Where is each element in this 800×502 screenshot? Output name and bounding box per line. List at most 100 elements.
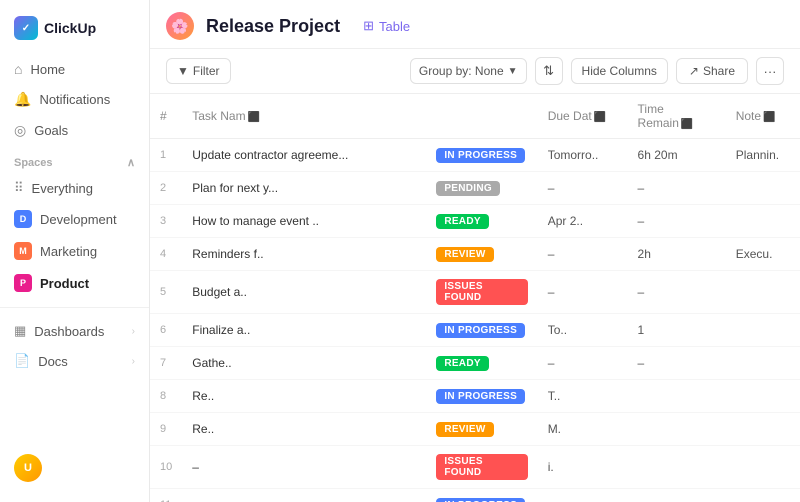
- sidebar-item-home[interactable]: ⌂ Home: [0, 54, 149, 84]
- col-time-remaining[interactable]: Time Remain⬛: [628, 94, 726, 139]
- table-row[interactable]: 7Gathe..READY––: [150, 347, 800, 380]
- table-row[interactable]: 1Update contractor agreeme...IN PROGRESS…: [150, 139, 800, 172]
- user-avatar[interactable]: U: [14, 454, 42, 482]
- spaces-label: Spaces: [14, 157, 53, 169]
- table-row[interactable]: 3How to manage event ..READYApr 2..–: [150, 205, 800, 238]
- sidebar-item-product[interactable]: P Product: [0, 267, 149, 299]
- row-time-remaining: –: [628, 205, 726, 238]
- docs-icon: 📄: [14, 353, 30, 369]
- filter-button[interactable]: ▼ Filter: [166, 58, 231, 84]
- home-icon: ⌂: [14, 61, 22, 77]
- row-status: READY: [426, 205, 537, 238]
- row-time-remaining: [628, 446, 726, 489]
- row-num: 7: [150, 347, 182, 380]
- sidebar-item-docs[interactable]: 📄 Docs ›: [0, 346, 149, 376]
- group-by-chevron: ▼: [508, 66, 518, 77]
- row-task-name: Plan for next y...: [182, 172, 426, 205]
- row-num: 1: [150, 139, 182, 172]
- table-row[interactable]: 8Re..IN PROGRESST..: [150, 380, 800, 413]
- spaces-collapse-icon[interactable]: ∧: [127, 156, 135, 169]
- sidebar-item-everything[interactable]: ⠿ Everything: [0, 173, 149, 203]
- sidebar-item-notifications[interactable]: 🔔 Notifications: [0, 84, 149, 115]
- col-num: #: [150, 94, 182, 139]
- row-task-name: –: [182, 446, 426, 489]
- toolbar: ▼ Filter Group by: None ▼ ⇅ Hide Columns…: [150, 49, 800, 94]
- row-status: IN PROGRESS: [426, 489, 537, 502]
- marketing-icon: M: [14, 242, 32, 260]
- share-button[interactable]: ↗ Share: [676, 58, 748, 84]
- sidebar: ✓ ClickUp ⌂ Home 🔔 Notifications ◎ Goals…: [0, 0, 150, 502]
- sort-button[interactable]: ⇅: [535, 57, 563, 85]
- sidebar-item-development[interactable]: D Development: [0, 203, 149, 235]
- sort-icon: ⇅: [543, 63, 554, 79]
- bell-icon: 🔔: [14, 91, 31, 108]
- status-badge: READY: [436, 356, 489, 371]
- table-view-tab[interactable]: ⊞ Table: [352, 13, 421, 39]
- row-notes: [726, 413, 800, 446]
- table-row[interactable]: 4Reminders f..REVIEW–2hExecu.: [150, 238, 800, 271]
- row-num: 6: [150, 314, 182, 347]
- sidebar-item-dashboards-label: Dashboards: [34, 324, 104, 339]
- group-by-label: Group by: None: [419, 64, 504, 78]
- row-time-remaining: [628, 489, 726, 502]
- row-status: IN PROGRESS: [426, 380, 537, 413]
- row-time-remaining: –: [628, 347, 726, 380]
- sidebar-item-marketing-label: Marketing: [40, 244, 97, 259]
- more-options-button[interactable]: ···: [756, 57, 784, 85]
- row-due-date: [538, 489, 628, 502]
- status-badge: IN PROGRESS: [436, 323, 525, 338]
- project-icon: 🌸: [166, 12, 194, 40]
- row-task-name: Reminders f..: [182, 238, 426, 271]
- row-time-remaining: –: [628, 172, 726, 205]
- sidebar-item-goals[interactable]: ◎ Goals: [0, 115, 149, 146]
- row-notes: Execu.: [726, 238, 800, 271]
- row-time-remaining: [628, 380, 726, 413]
- col-due-date[interactable]: Due Dat⬛: [538, 94, 628, 139]
- row-notes: [726, 271, 800, 314]
- sidebar-item-dashboards[interactable]: ▦ Dashboards ›: [0, 316, 149, 346]
- task-table: # Task Nam⬛ Due Dat⬛ Time Remain⬛ Note⬛ …: [150, 94, 800, 502]
- col-notes[interactable]: Note⬛: [726, 94, 800, 139]
- table-row[interactable]: 9Re..REVIEWM.: [150, 413, 800, 446]
- group-by-select[interactable]: Group by: None ▼: [410, 58, 527, 84]
- sidebar-item-marketing[interactable]: M Marketing: [0, 235, 149, 267]
- col-task-name[interactable]: Task Nam⬛: [182, 94, 426, 139]
- row-status: REVIEW: [426, 238, 537, 271]
- sidebar-item-product-label: Product: [40, 276, 89, 291]
- table-row[interactable]: 5Budget a..ISSUES FOUND––: [150, 271, 800, 314]
- table-row[interactable]: 2Plan for next y...PENDING––: [150, 172, 800, 205]
- row-num: 10: [150, 446, 182, 489]
- hide-columns-button[interactable]: Hide Columns: [571, 58, 668, 84]
- row-due-date: To..: [538, 314, 628, 347]
- hide-columns-label: Hide Columns: [582, 64, 657, 78]
- row-notes: [726, 489, 800, 502]
- sidebar-item-notifications-label: Notifications: [39, 92, 110, 107]
- row-task-name: Budget a..: [182, 271, 426, 314]
- row-num: 8: [150, 380, 182, 413]
- row-notes: [726, 314, 800, 347]
- development-icon: D: [14, 210, 32, 228]
- row-task-name: Finalize a..: [182, 314, 426, 347]
- row-due-date: T..: [538, 380, 628, 413]
- row-due-date: i.: [538, 446, 628, 489]
- row-num: 4: [150, 238, 182, 271]
- table-row[interactable]: 10–ISSUES FOUNDi.: [150, 446, 800, 489]
- row-notes: Plannin.: [726, 139, 800, 172]
- spaces-section: Spaces ∧: [0, 146, 149, 173]
- sidebar-divider: [0, 307, 149, 308]
- table-row[interactable]: 6Finalize a..IN PROGRESSTo..1: [150, 314, 800, 347]
- status-badge: IN PROGRESS: [436, 148, 525, 163]
- row-due-date: M.: [538, 413, 628, 446]
- status-badge: ISSUES FOUND: [436, 279, 527, 305]
- table-header-row: # Task Nam⬛ Due Dat⬛ Time Remain⬛ Note⬛: [150, 94, 800, 139]
- status-badge: REVIEW: [436, 422, 493, 437]
- row-time-remaining: –: [628, 271, 726, 314]
- row-status: ISSUES FOUND: [426, 271, 537, 314]
- row-task-name: How to manage event ..: [182, 205, 426, 238]
- row-due-date: Apr 2..: [538, 205, 628, 238]
- row-status: IN PROGRESS: [426, 314, 537, 347]
- table-row[interactable]: 11–IN PROGRESS: [150, 489, 800, 502]
- row-time-remaining: 2h: [628, 238, 726, 271]
- filter-icon: ▼: [177, 64, 189, 78]
- row-num: 2: [150, 172, 182, 205]
